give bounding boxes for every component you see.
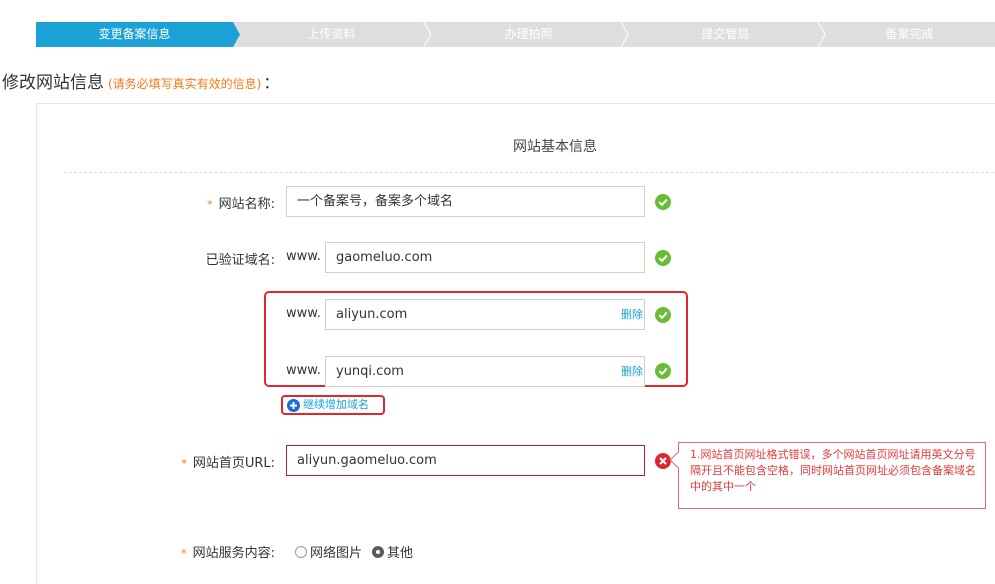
error-message: 1.网站首页网址格式错误，多个网站首页网址请用英文分号隔开且不能包含空格，同时网… [690, 448, 976, 493]
verified-domain-label: 已验证域名: [205, 253, 275, 268]
check-icon [655, 363, 671, 379]
step-arrow-icon [620, 22, 629, 47]
page: 变更备案信息 上传资料 办理拍照 提交管局 备案完成 修改网站信息 (请务必填写真… [0, 0, 995, 584]
site-name-input[interactable]: 一个备案号，备案多个域名 [286, 186, 645, 217]
required-mark: * [181, 457, 187, 470]
site-name-label: * 网站名称: [187, 193, 275, 212]
step-arrow-icon [423, 22, 432, 47]
www-prefix: www. [286, 306, 321, 321]
step-submit: 提交管局 [627, 22, 826, 47]
delete-domain-button[interactable]: 删除 [621, 306, 643, 322]
heading-colon: ： [263, 73, 280, 92]
page-heading: 修改网站信息 (请务必填写真实有效的信息)： [2, 68, 279, 93]
tooltip-arrow [669, 451, 687, 469]
step-label: 上传资料 [307, 27, 356, 41]
step-label: 备案完成 [885, 27, 934, 41]
step-change-info: 变更备案信息 [36, 22, 240, 47]
site-name-label-text: 网站名称: [218, 197, 275, 212]
check-icon [655, 194, 671, 210]
progress-steps: 变更备案信息 上传资料 办理拍照 提交管局 备案完成 [36, 22, 995, 47]
radio-network-images[interactable] [295, 545, 307, 558]
extra-domain-input[interactable]: aliyun.com [325, 299, 645, 330]
extra-domain-input[interactable]: yunqi.com [325, 356, 645, 387]
plus-circle-icon [287, 399, 300, 412]
verified-domain-input[interactable]: gaomeluo.com [325, 242, 645, 273]
step-label: 变更备案信息 [98, 27, 171, 41]
section-divider [64, 172, 995, 173]
step-photo: 办理拍照 [430, 22, 629, 47]
step-label: 办理拍照 [504, 27, 553, 41]
add-domain-label: 继续增加域名 [303, 398, 369, 411]
radio-label[interactable]: 其他 [387, 542, 413, 561]
page-title: 修改网站信息 [2, 73, 104, 93]
www-prefix: www. [286, 363, 321, 378]
homepage-url-label: * 网站首页URL: [157, 452, 275, 471]
step-complete: 备案完成 [824, 22, 995, 47]
error-tooltip: 1.网站首页网址格式错误，多个网站首页网址请用英文分号隔开且不能包含空格，同时网… [669, 442, 986, 509]
step-label: 提交管局 [701, 27, 750, 41]
required-mark: * [207, 198, 213, 211]
step-upload: 上传资料 [233, 22, 432, 47]
check-icon [655, 307, 671, 323]
radio-label[interactable]: 网络图片 [310, 542, 362, 561]
www-prefix: www. [286, 249, 321, 264]
service-content-label: * 网站服务内容: [147, 542, 275, 561]
required-mark: * [181, 547, 187, 560]
error-icon [655, 453, 671, 469]
step-arrow-icon [226, 22, 240, 47]
check-icon [655, 250, 671, 266]
section-title: 网站基本信息 [513, 139, 597, 155]
heading-hint: (请务必填写真实有效的信息) [108, 77, 262, 91]
add-domain-link[interactable]: 继续增加域名 [281, 395, 385, 415]
service-content-label-text: 网站服务内容: [192, 546, 275, 561]
step-arrow-icon [817, 22, 826, 47]
homepage-url-input[interactable]: aliyun.gaomeluo.com [286, 445, 645, 476]
radio-other[interactable] [372, 545, 385, 558]
service-content-radio-group: 网络图片 其他 [295, 542, 423, 561]
site-info-panel: 网站基本信息 * 网站名称: 一个备案号，备案多个域名 已验证域名: www. g… [36, 103, 995, 584]
homepage-url-label-text: 网站首页URL: [192, 456, 275, 471]
delete-domain-button[interactable]: 删除 [621, 363, 643, 379]
